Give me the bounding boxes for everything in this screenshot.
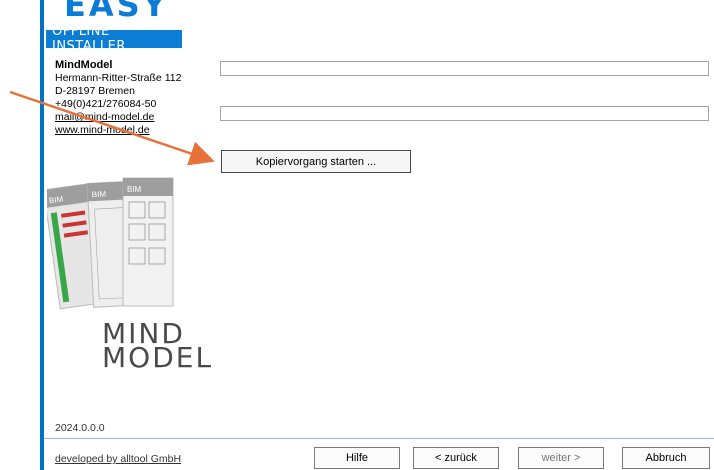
- help-button[interactable]: Hilfe: [314, 447, 400, 469]
- card-label: BIM: [127, 185, 142, 194]
- next-button[interactable]: weiter >: [518, 447, 604, 469]
- mind-logo-line2: MODEL: [102, 341, 214, 374]
- version-label: 2024.0.0.0: [55, 422, 105, 434]
- footer-separator: [44, 438, 714, 439]
- mindmodel-logo: MIND MODEL: [102, 320, 214, 374]
- card-label: BIM: [92, 189, 107, 199]
- cancel-button[interactable]: Abbruch: [622, 447, 710, 469]
- back-button[interactable]: < zurück: [413, 447, 499, 469]
- developer-link[interactable]: developed by alltool GmbH: [55, 453, 181, 465]
- product-cards-image: BIM BIM BIM: [47, 177, 174, 310]
